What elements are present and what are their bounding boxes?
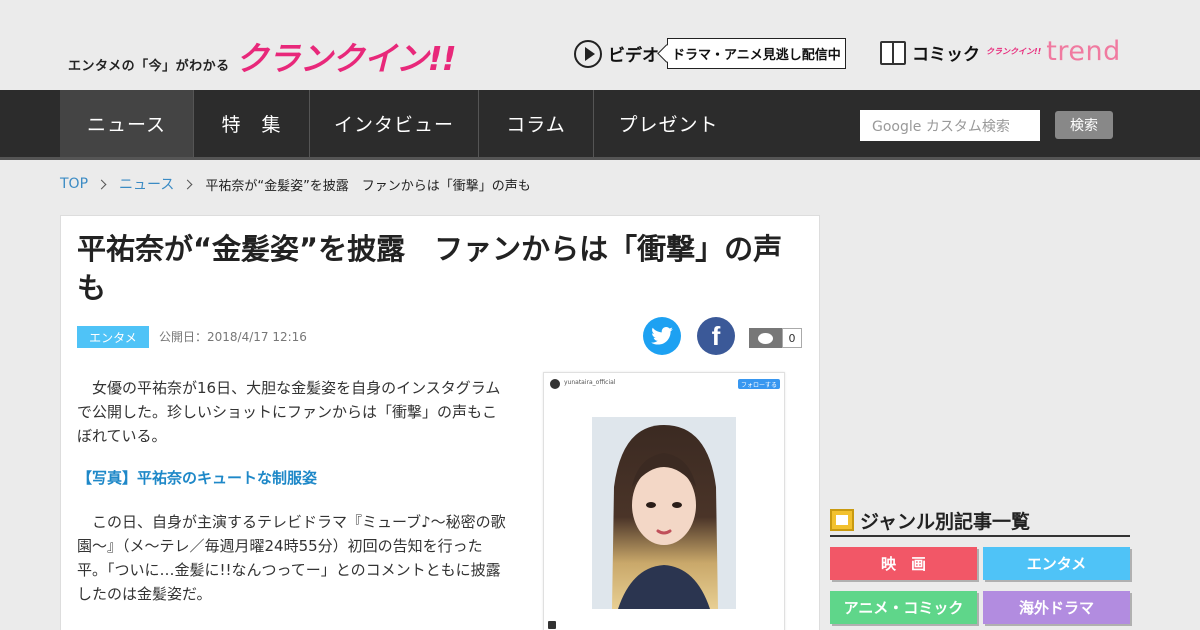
article-paragraph: この日、自身が主演するテレビドラマ『ミューブ♪～秘密の歌園～』（メ～テレ／毎週月… [77,513,506,603]
breadcrumb-current: 平祐奈が“金髪姿”を披露 ファンからは「衝撃」の声も [205,178,531,194]
instagram-embed[interactable]: yunataira_official フォローする [543,372,785,630]
lock-icon [548,621,556,629]
nav-item-column[interactable]: コラム [479,90,594,157]
category-badge[interactable]: エンタメ [77,326,149,348]
breadcrumb-news[interactable]: ニュース [119,174,174,194]
nav-item-interview[interactable]: インタビュー [310,90,479,157]
video-label: ビデオ [608,46,659,66]
twitter-share-button[interactable] [643,317,681,355]
logo-wordmark: クランクイン!! [235,39,457,78]
book-icon [880,40,906,65]
play-icon [574,39,602,68]
comment-count: 0 [782,328,802,348]
nav-item-features[interactable]: 特 集 [194,90,310,157]
video-link[interactable]: ビデオ ドラマ・アニメ見逃し配信中 [574,38,846,69]
genre-section-title: ジャンル別記事一覧 [860,510,1031,533]
comic-link[interactable]: コミック [880,40,980,65]
instagram-username: yunataira_official [564,379,616,386]
facebook-icon: f [711,320,721,351]
folder-icon [830,509,854,531]
genre-button-entertainment[interactable]: エンタメ [983,547,1130,580]
logo-tagline: エンタメの「今」がわかる [68,59,230,74]
article-paragraph: 女優の平祐奈が16日、大胆な金髪姿を自身のインスタグラムで公開した。珍しいショッ… [77,379,501,445]
genre-button-anime-comic[interactable]: アニメ・コミック [830,591,977,624]
genre-button-overseas-drama[interactable]: 海外ドラマ [983,591,1130,624]
chevron-right-icon [182,179,193,189]
article-card: 平祐奈が“金髪姿”を披露 ファンからは「衝撃」の声も エンタメ 公開日：2018… [60,215,820,630]
genre-section-header: ジャンル別記事一覧 [830,505,1130,537]
trend-logo-word: trend [1046,36,1121,67]
breadcrumb: TOP ニュース 平祐奈が“金髪姿”を披露 ファンからは「衝撃」の声も [60,174,531,194]
portrait-photo [592,417,736,609]
breadcrumb-top[interactable]: TOP [60,176,88,192]
genre-button-movie[interactable]: 映 画 [830,547,977,580]
search-button[interactable]: 検索 [1055,111,1113,139]
site-header: エンタメの「今」がわかる クランクイン!! ビデオ ドラマ・アニメ見逃し配信中 … [0,0,1200,90]
trend-link[interactable]: クランクイン!! trend [986,36,1121,67]
photo-gallery-link[interactable]: 【写真】平祐奈のキュートな制服姿 [77,466,507,490]
comic-label: コミック [912,45,980,65]
trend-logo-small: クランクイン!! [986,47,1042,56]
facebook-share-button[interactable]: f [697,317,735,355]
nav-item-news[interactable]: ニュース [60,90,194,157]
main-nav: ニュース 特 集 インタビュー コラム プレゼント Google カスタム検索 … [0,90,1200,160]
article-title: 平祐奈が“金髪姿”を披露 ファンからは「衝撃」の声も [77,232,783,305]
publish-date: 公開日：2018/4/17 12:16 [159,330,307,344]
nav-item-present[interactable]: プレゼント [594,90,743,157]
twitter-icon [651,327,673,345]
chevron-right-icon [96,179,107,189]
video-promo-bubble: ドラマ・アニメ見逃し配信中 [667,38,846,69]
follow-button[interactable]: フォローする [738,379,780,389]
comment-icon [749,328,782,348]
avatar [550,379,560,389]
search-input[interactable]: Google カスタム検索 [860,110,1040,141]
article-body: 女優の平祐奈が16日、大胆な金髪姿を自身のインスタグラムで公開した。珍しいショッ… [77,376,507,606]
comment-counter[interactable]: 0 [749,328,802,348]
site-logo[interactable]: エンタメの「今」がわかる クランクイン!! [68,32,457,80]
